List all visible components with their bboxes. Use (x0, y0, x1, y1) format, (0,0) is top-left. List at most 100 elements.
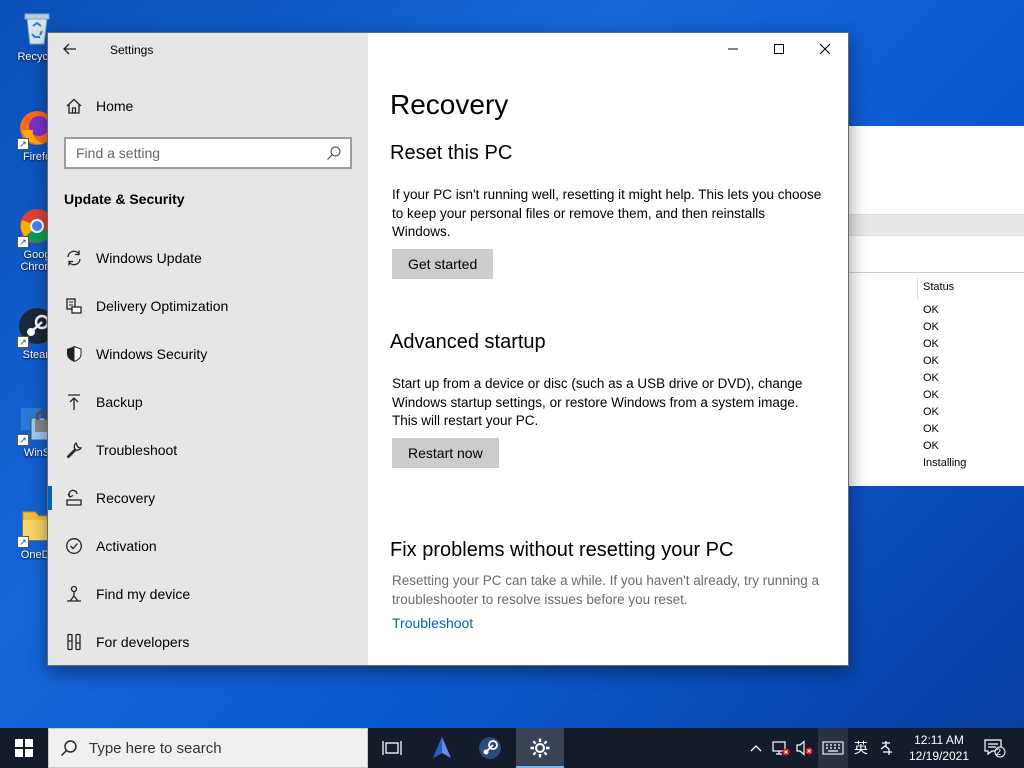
status-value: Installing (923, 457, 967, 469)
home-icon (64, 96, 84, 116)
sidebar-item-activation[interactable]: Activation (48, 522, 368, 570)
search-input[interactable] (66, 139, 316, 167)
minimize-button[interactable] (710, 33, 756, 65)
clock-date: 12/19/2021 (908, 749, 970, 763)
volume-button[interactable] (794, 728, 816, 768)
ime-mode-icon (880, 741, 892, 755)
taskbar-search-box[interactable]: Type here to search (48, 728, 368, 768)
shortcut-arrow-icon: ↗ (17, 236, 29, 248)
close-button[interactable] (802, 33, 848, 65)
touch-keyboard-button[interactable] (818, 728, 848, 768)
steam-icon (479, 737, 501, 759)
column-separator[interactable] (917, 278, 918, 300)
restart-now-button[interactable]: Restart now (392, 438, 499, 468)
recovery-icon (64, 488, 84, 508)
nav-home-label: Home (96, 98, 134, 114)
back-arrow-icon (63, 43, 76, 55)
taskbar: Type here to search 英 12:11 AM 12/19/202… (0, 728, 1024, 768)
sidebar-item-troubleshoot[interactable]: Troubleshoot (48, 426, 368, 474)
settings-content: Recovery Reset this PC If your PC isn't … (368, 33, 848, 665)
status-list: OK OK OK OK OK OK OK OK OK Installing (923, 302, 966, 472)
sidebar-item-recovery[interactable]: Recovery (48, 474, 368, 522)
check-circle-icon (64, 536, 84, 556)
shortcut-arrow-icon: ↗ (17, 434, 29, 446)
reset-heading: Reset this PC (390, 142, 513, 164)
section-title: Update & Security (64, 191, 185, 207)
network-disconnected-icon (772, 741, 790, 756)
taskbar-app-settings[interactable] (516, 728, 564, 768)
status-value: OK (923, 423, 939, 435)
action-center-button[interactable]: 2 (980, 728, 1010, 768)
search-icon (49, 739, 89, 757)
notification-count-badge: 2 (996, 747, 1002, 757)
ime-mode-button[interactable] (876, 728, 898, 768)
status-value: OK (923, 355, 939, 367)
start-button[interactable] (0, 728, 48, 768)
sidebar-item-label: Recovery (96, 490, 156, 506)
settings-sidebar: Settings Home Update & Security Windows … (48, 33, 368, 665)
task-view-icon (382, 741, 402, 755)
back-button[interactable] (62, 41, 82, 59)
shield-icon (64, 344, 84, 364)
task-view-button[interactable] (368, 728, 416, 768)
status-value: OK (923, 372, 939, 384)
background-window-divider (841, 272, 1024, 273)
app-arrow-logo-icon (433, 737, 451, 758)
nav-home[interactable]: Home (64, 95, 133, 117)
notifications-icon (984, 739, 1006, 758)
sidebar-item-label: Windows Update (96, 250, 202, 266)
troubleshoot-link[interactable]: Troubleshoot (392, 615, 473, 631)
status-value: OK (923, 406, 939, 418)
sidebar-item-label: Troubleshoot (96, 442, 178, 458)
wrench-icon (64, 440, 84, 460)
taskbar-app-pinned[interactable] (418, 728, 466, 768)
delivery-optimization-icon (64, 296, 84, 316)
sidebar-nav-list: Windows Update Delivery Optimization Win… (48, 234, 368, 666)
status-value: OK (923, 389, 939, 401)
network-status-button[interactable] (770, 728, 792, 768)
sidebar-item-backup[interactable]: Backup (48, 378, 368, 426)
search-icon[interactable] (326, 145, 342, 161)
sidebar-item-windows-update[interactable]: Windows Update (48, 234, 368, 282)
status-value: OK (923, 440, 939, 452)
status-value: OK (923, 338, 939, 350)
window-title: Settings (110, 43, 154, 57)
taskbar-clock[interactable]: 12:11 AM 12/19/2021 (900, 732, 978, 764)
windows-logo-icon (15, 739, 33, 757)
maximize-button[interactable] (756, 33, 802, 65)
page-title: Recovery (390, 89, 509, 120)
sidebar-item-label: Delivery Optimization (96, 298, 229, 314)
sidebar-item-find-my-device[interactable]: Find my device (48, 570, 368, 618)
close-icon (819, 43, 831, 55)
background-window[interactable]: Status OK OK OK OK OK OK OK OK OK Instal… (840, 126, 1024, 486)
status-column-header[interactable]: Status (923, 281, 954, 293)
clock-time: 12:11 AM (914, 733, 964, 747)
shortcut-arrow-icon: ↗ (17, 536, 29, 548)
gear-icon (530, 738, 550, 758)
sidebar-item-label: Activation (96, 538, 157, 554)
settings-window: Settings Home Update & Security Windows … (48, 33, 848, 665)
background-window-band (841, 214, 1024, 236)
keyboard-icon (822, 741, 844, 755)
shortcut-arrow-icon: ↗ (17, 336, 29, 348)
status-value: OK (923, 304, 939, 316)
find-setting-search[interactable] (64, 137, 352, 169)
fix-problems-description: Resetting your PC can take a while. If y… (392, 573, 820, 607)
reset-description: If your PC isn't running well, resetting… (392, 187, 822, 239)
sidebar-item-label: Find my device (96, 586, 191, 602)
sidebar-item-windows-security[interactable]: Windows Security (48, 330, 368, 378)
sidebar-item-delivery-optimization[interactable]: Delivery Optimization (48, 282, 368, 330)
chevron-up-icon (750, 745, 762, 752)
volume-muted-icon (796, 740, 813, 756)
maximize-icon (774, 44, 784, 54)
advanced-startup-description: Start up from a device or disc (such as … (392, 376, 803, 428)
input-method-indicator[interactable]: 英 (850, 728, 872, 768)
sidebar-item-for-developers[interactable]: For developers (48, 618, 368, 666)
get-started-button[interactable]: Get started (392, 249, 494, 279)
taskbar-search-placeholder: Type here to search (89, 739, 222, 757)
taskbar-app-steam[interactable] (466, 728, 514, 768)
shortcut-arrow-icon: ↗ (17, 138, 29, 150)
show-hidden-icons-button[interactable] (746, 728, 766, 768)
developer-tools-icon (64, 632, 84, 652)
fix-problems-heading: Fix problems without resetting your PC (390, 539, 734, 561)
